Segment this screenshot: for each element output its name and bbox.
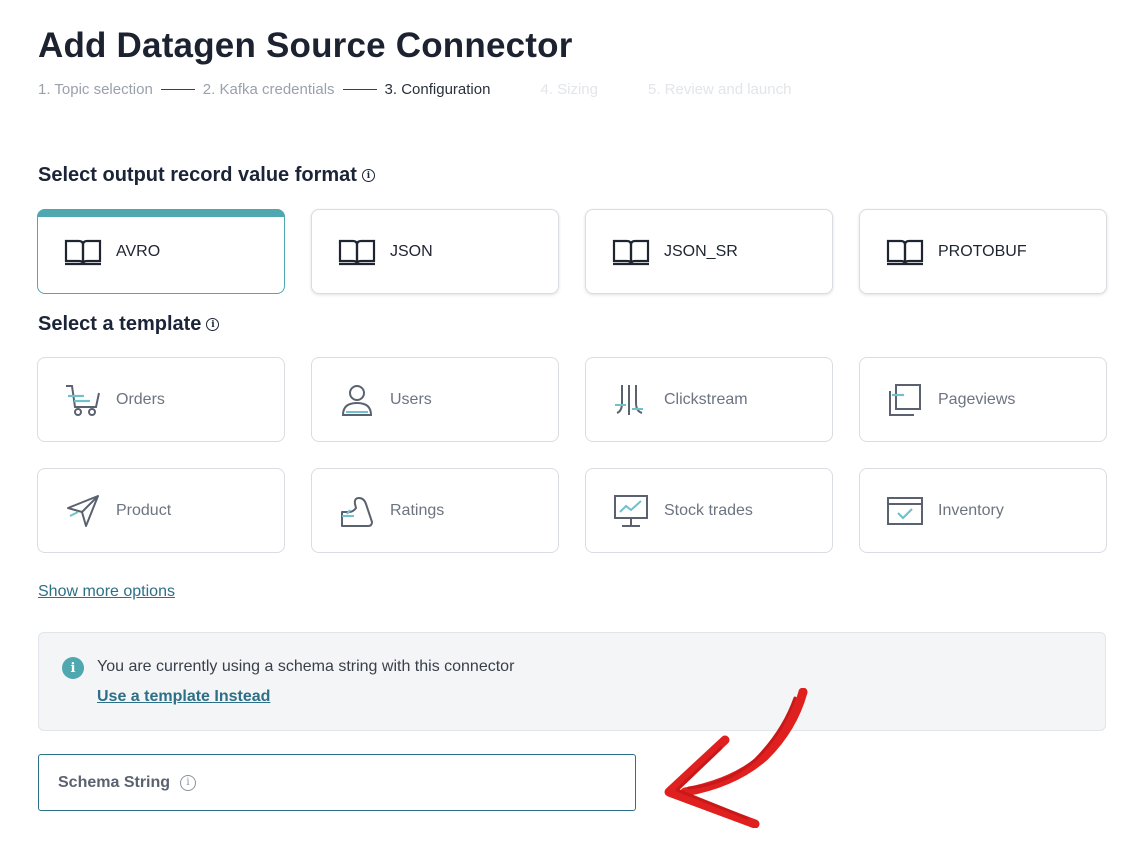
pages-icon bbox=[889, 383, 921, 416]
template-section-title-text: Select a template bbox=[38, 313, 202, 335]
template-option-product[interactable]: Product bbox=[37, 468, 285, 553]
template-option-users[interactable]: Users bbox=[311, 357, 559, 442]
template-option-orders[interactable]: Orders bbox=[37, 357, 285, 442]
info-icon: i bbox=[62, 657, 84, 679]
use-template-link[interactable]: Use a template Instead bbox=[97, 688, 270, 706]
cart-icon bbox=[66, 384, 100, 416]
format-option-label: PROTOBUF bbox=[938, 242, 1027, 260]
ratings-icon bbox=[341, 496, 373, 527]
template-option-label: Orders bbox=[116, 390, 165, 408]
monitor-chart-icon bbox=[614, 494, 648, 527]
book-icon bbox=[612, 239, 650, 265]
step-connector-line bbox=[342, 89, 377, 90]
show-more-options-link[interactable]: Show more options bbox=[38, 583, 175, 601]
inventory-icon bbox=[887, 496, 923, 525]
format-section-title: Select output record value format i bbox=[38, 164, 375, 187]
format-option-avro[interactable]: AVRO bbox=[37, 209, 285, 294]
template-option-label: Inventory bbox=[938, 501, 1004, 519]
template-option-label: Users bbox=[390, 390, 432, 408]
template-option-inventory[interactable]: Inventory bbox=[859, 468, 1107, 553]
step-configuration: 3. Configuration bbox=[384, 81, 491, 98]
template-option-label: Product bbox=[116, 501, 172, 519]
template-option-label: Ratings bbox=[390, 501, 445, 519]
format-option-json-sr[interactable]: JSON_SR bbox=[585, 209, 833, 294]
clickstream-icon bbox=[615, 384, 643, 415]
page-title: Add Datagen Source Connector bbox=[38, 26, 573, 65]
schema-string-label: Schema String bbox=[58, 773, 171, 791]
schema-notice-banner: i You are currently using a schema strin… bbox=[38, 632, 1106, 731]
wizard-steps: 1. Topic selection 2. Kafka credentials … bbox=[38, 81, 791, 98]
annotation-arrow-icon bbox=[664, 688, 808, 828]
template-option-pageviews[interactable]: Pageviews bbox=[859, 357, 1107, 442]
step-kafka-credentials[interactable]: 2. Kafka credentials bbox=[203, 81, 335, 98]
format-option-json[interactable]: JSON bbox=[311, 209, 559, 294]
info-icon[interactable]: i bbox=[361, 169, 375, 182]
template-option-stock-trades[interactable]: Stock trades bbox=[585, 468, 833, 553]
format-option-label: JSON_SR bbox=[664, 242, 738, 260]
info-icon[interactable]: i bbox=[206, 318, 220, 331]
format-option-label: AVRO bbox=[116, 242, 161, 260]
template-option-label: Stock trades bbox=[664, 501, 753, 519]
send-icon bbox=[67, 494, 99, 527]
step-connector-line bbox=[160, 89, 195, 90]
book-icon bbox=[886, 239, 924, 265]
template-option-label: Pageviews bbox=[938, 390, 1016, 408]
user-icon bbox=[341, 384, 373, 416]
schema-string-field[interactable]: Schema String i bbox=[38, 754, 636, 811]
step-review-and-launch: 5. Review and launch bbox=[648, 81, 792, 98]
format-option-protobuf[interactable]: PROTOBUF bbox=[859, 209, 1107, 294]
template-option-ratings[interactable]: Ratings bbox=[311, 468, 559, 553]
notice-text: You are currently using a schema string … bbox=[97, 658, 515, 675]
format-option-label: JSON bbox=[390, 242, 433, 260]
format-section-title-text: Select output record value format bbox=[38, 164, 357, 186]
book-icon bbox=[338, 239, 376, 265]
book-icon bbox=[64, 239, 102, 265]
template-option-clickstream[interactable]: Clickstream bbox=[585, 357, 833, 442]
template-option-label: Clickstream bbox=[664, 390, 748, 408]
step-topic-selection[interactable]: 1. Topic selection bbox=[38, 81, 153, 98]
step-sizing: 4. Sizing bbox=[540, 81, 598, 98]
info-icon[interactable]: i bbox=[180, 774, 197, 791]
template-section-title: Select a template i bbox=[38, 313, 220, 336]
